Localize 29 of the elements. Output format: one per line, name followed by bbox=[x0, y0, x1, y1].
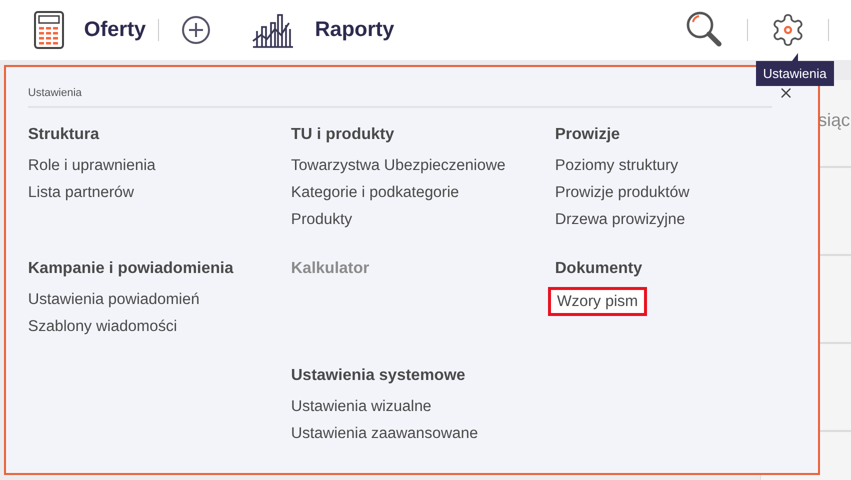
menu-link[interactable]: Poziomy struktury bbox=[555, 154, 678, 177]
add-button[interactable] bbox=[180, 15, 211, 45]
section-heading: Kampanie i powiadomienia bbox=[28, 259, 234, 279]
column-header: siąc bbox=[818, 110, 850, 131]
menu-link[interactable]: Kategorie i podkategorie bbox=[291, 181, 460, 204]
menu-link[interactable]: Lista partnerów bbox=[28, 181, 134, 204]
bar-chart-icon bbox=[250, 11, 295, 49]
nav-link[interactable]: Raporty bbox=[250, 11, 394, 49]
menu-link[interactable]: Drzewa prowizyjne bbox=[555, 208, 686, 231]
menu-link[interactable]: Role i uprawnienia bbox=[28, 154, 156, 177]
section-heading: Dokumenty bbox=[555, 259, 642, 279]
menu-link[interactable]: Prowizje produktów bbox=[555, 181, 690, 204]
tooltip: Ustawienia bbox=[756, 61, 834, 86]
plus-circle-icon bbox=[180, 15, 211, 45]
menu-link[interactable]: Wzory pism bbox=[548, 287, 647, 316]
section-heading: Struktura bbox=[28, 125, 100, 145]
menu-link[interactable]: Ustawienia wizualne bbox=[291, 395, 432, 418]
menu-title: Ustawienia bbox=[28, 87, 82, 99]
section-heading: Prowizje bbox=[555, 125, 620, 145]
section-heading: Kalkulator bbox=[291, 259, 370, 279]
menu-link[interactable]: Ustawienia zaawansowane bbox=[291, 422, 478, 445]
menu-link[interactable]: Produkty bbox=[291, 208, 352, 231]
menu-link[interactable]: Ustawienia powiadomień bbox=[28, 288, 200, 311]
menu-link[interactable]: Towarzystwa Ubezpieczeniowe bbox=[291, 154, 506, 177]
calculator-icon bbox=[34, 11, 64, 49]
section-heading: TU i produkty bbox=[291, 125, 394, 145]
section-heading: Ustawienia systemowe bbox=[291, 366, 466, 386]
menu-link[interactable]: Szablony wiadomości bbox=[28, 315, 178, 338]
nav-link[interactable]: Oferty bbox=[34, 11, 146, 49]
